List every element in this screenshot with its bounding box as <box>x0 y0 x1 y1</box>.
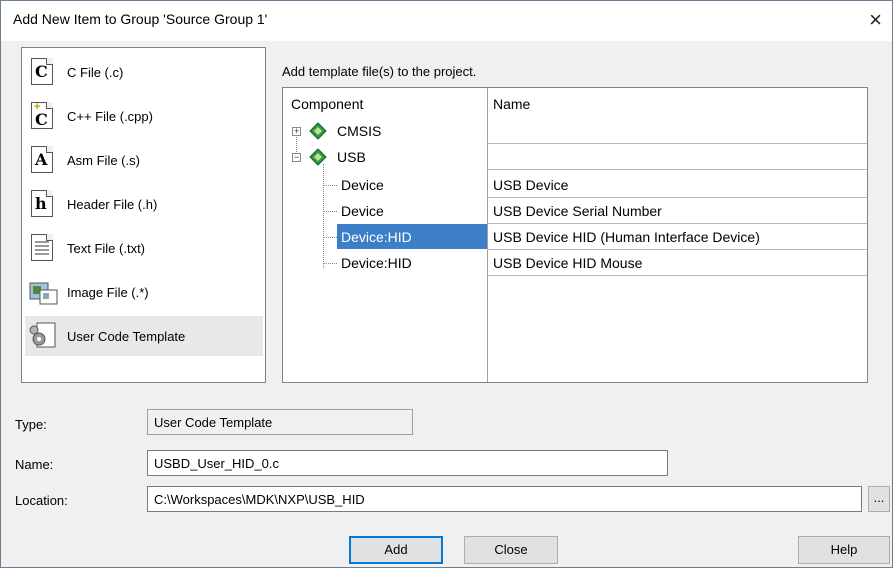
asm-file-icon: A <box>29 145 59 175</box>
location-label: Location: <box>15 493 68 508</box>
tree-row-usb[interactable]: − USB <box>283 144 867 170</box>
file-type-cpp[interactable]: C + C++ File (.cpp) <box>25 96 263 136</box>
component-tree: Component Name + CMSIS − USB Device USB … <box>282 87 868 383</box>
help-button[interactable]: Help <box>798 536 890 564</box>
file-type-image[interactable]: Image File (.*) <box>25 272 263 312</box>
file-type-label: Text File (.txt) <box>67 240 146 256</box>
file-type-label: User Code Template <box>67 328 186 344</box>
name-input[interactable]: USBD_User_HID_0.c <box>147 450 668 476</box>
tree-row-device-hid[interactable]: Device:HID USB Device HID Mouse <box>283 250 867 276</box>
name-label: Name: <box>15 457 54 472</box>
name-cell: USB Device <box>493 177 569 193</box>
add-new-item-dialog: Add New Item to Group 'Source Group 1' ×… <box>0 0 893 568</box>
file-type-asm[interactable]: A Asm File (.s) <box>25 140 263 180</box>
file-type-header[interactable]: h Header File (.h) <box>25 184 263 224</box>
tree-row-device[interactable]: Device USB Device <box>283 172 867 198</box>
name-cell: USB Device HID (Human Interface Device) <box>493 229 760 245</box>
type-field: User Code Template <box>147 409 413 435</box>
file-type-label: C File (.c) <box>67 64 124 80</box>
type-label: Type: <box>15 417 47 432</box>
file-type-user-code-template[interactable]: User Code Template <box>25 316 263 356</box>
location-input[interactable]: C:\Workspaces\MDK\NXP\USB_HID <box>147 486 862 512</box>
dialog-title: Add New Item to Group 'Source Group 1' <box>13 11 268 27</box>
add-button[interactable]: Add <box>349 536 443 564</box>
file-type-label: C++ File (.cpp) <box>67 108 153 124</box>
text-file-icon <box>29 233 59 263</box>
component-label: Device <box>341 177 384 193</box>
component-label: USB <box>337 149 366 165</box>
image-file-icon <box>29 277 59 307</box>
collapse-icon[interactable]: − <box>292 153 301 162</box>
file-type-label: Asm File (.s) <box>67 152 140 168</box>
file-type-label: Image File (.*) <box>67 284 149 300</box>
cpp-file-icon: C + <box>29 101 59 131</box>
file-type-list: C C File (.c) C + C++ File (.cpp) A Asm F… <box>21 47 266 383</box>
component-diamond-icon <box>309 122 327 140</box>
close-icon[interactable]: × <box>869 7 882 33</box>
tree-row-cmsis[interactable]: + CMSIS <box>283 118 867 144</box>
component-label: Device <box>341 203 384 219</box>
title-bar: Add New Item to Group 'Source Group 1' × <box>1 1 892 41</box>
column-header-component[interactable]: Component <box>291 96 363 112</box>
name-cell: USB Device Serial Number <box>493 203 662 219</box>
name-cell: USB Device HID Mouse <box>493 255 643 271</box>
component-label: Device:HID <box>341 255 412 271</box>
browse-button[interactable]: ... <box>868 486 890 512</box>
component-label: Device:HID <box>341 229 412 245</box>
close-button[interactable]: Close <box>464 536 558 564</box>
expand-icon[interactable]: + <box>292 127 301 136</box>
file-type-label: Header File (.h) <box>67 196 158 212</box>
tree-row-device[interactable]: Device USB Device Serial Number <box>283 198 867 224</box>
component-label: CMSIS <box>337 123 382 139</box>
template-hint: Add template file(s) to the project. <box>282 64 477 79</box>
file-type-c[interactable]: C C File (.c) <box>25 52 263 92</box>
selection-highlight: Device:HID <box>337 224 487 249</box>
component-diamond-icon <box>309 148 327 166</box>
c-file-icon: C <box>29 57 59 87</box>
header-file-icon: h <box>29 189 59 219</box>
tree-row-device-hid-selected[interactable]: Device:HID USB Device HID (Human Interfa… <box>283 224 867 250</box>
user-code-template-icon <box>29 321 59 351</box>
column-header-name[interactable]: Name <box>493 96 530 112</box>
file-type-text[interactable]: Text File (.txt) <box>25 228 263 268</box>
